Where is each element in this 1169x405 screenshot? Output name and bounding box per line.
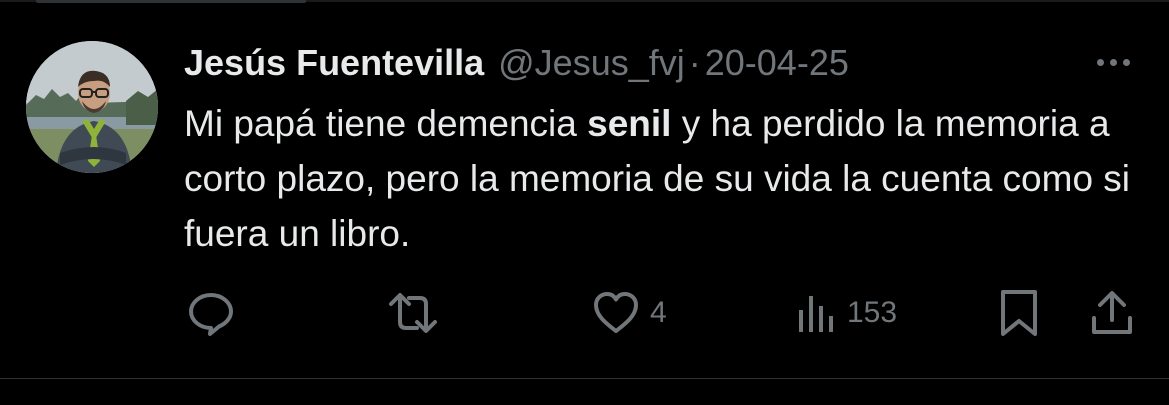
share-icon: [1092, 291, 1132, 334]
action-bar: 4 153: [0, 288, 1169, 338]
like-count: 4: [650, 296, 667, 329]
retweet-icon: [389, 293, 437, 333]
previous-item-edge: [36, 0, 306, 3]
bookmark-button[interactable]: [998, 288, 1040, 338]
more-horizontal-icon: [1109, 58, 1117, 66]
retweet-button[interactable]: [387, 288, 439, 338]
views-chart-icon: [799, 296, 833, 332]
avatar-photo: [26, 41, 158, 173]
avatar[interactable]: [26, 41, 158, 173]
more-options-button[interactable]: [1090, 50, 1136, 74]
views-button[interactable]: 153: [797, 288, 897, 338]
tweet-text: Mi papá tiene demencia senil y ha perdid…: [184, 96, 1134, 261]
heart-icon: [594, 292, 638, 333]
separator-dot: ·: [688, 42, 701, 83]
author-handle[interactable]: @Jesus_fvj: [498, 42, 685, 84]
views-count: 153: [847, 296, 898, 329]
more-horizontal-icon: [1096, 58, 1104, 66]
more-horizontal-icon: [1122, 58, 1130, 66]
tweet-header: Jesús Fuentevilla @Jesus_fvj · 20-04-25: [184, 40, 849, 86]
tweet-date[interactable]: 20-04-25: [705, 42, 849, 84]
like-button[interactable]: 4: [592, 288, 667, 338]
tweet-text-highlight: senil: [587, 103, 672, 144]
tweet-text-before: Mi papá tiene demencia: [184, 103, 588, 144]
bottom-divider: [0, 378, 1169, 379]
author-display-name[interactable]: Jesús Fuentevilla: [184, 42, 484, 84]
share-button[interactable]: [1088, 288, 1136, 338]
bookmark-icon: [1001, 290, 1037, 336]
reply-icon: [189, 293, 233, 336]
reply-button[interactable]: [186, 288, 236, 338]
